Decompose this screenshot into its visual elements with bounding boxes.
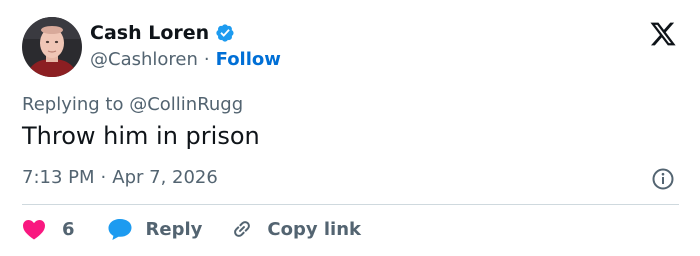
heart-icon bbox=[23, 220, 45, 240]
copy-link-label: Copy link bbox=[267, 218, 361, 240]
author-name[interactable]: Cash Loren bbox=[90, 22, 209, 44]
tweet-actions: 6 Reply Copy link bbox=[22, 214, 361, 244]
link-icon bbox=[234, 221, 251, 237]
author-handle-row: @Cashloren · Follow bbox=[90, 49, 281, 70]
like-count: 6 bbox=[62, 218, 75, 240]
avatar[interactable] bbox=[22, 17, 82, 77]
tweet-body: Throw him in prison bbox=[22, 122, 260, 150]
like-button[interactable]: 6 bbox=[22, 218, 75, 240]
reply-label: Reply bbox=[145, 218, 203, 240]
avatar-image bbox=[22, 17, 82, 77]
reply-button[interactable]: Reply bbox=[107, 217, 203, 241]
tweet-date: Apr 7, 2026 bbox=[112, 167, 218, 188]
timestamp-separator: · bbox=[100, 167, 107, 188]
replying-to-text: Replying to @CollinRugg bbox=[22, 94, 244, 115]
reply-bubble-icon bbox=[108, 219, 132, 240]
handle-separator: · bbox=[203, 49, 210, 70]
copy-link-button[interactable]: Copy link bbox=[230, 217, 361, 241]
tweet-time: 7:13 PM bbox=[22, 167, 95, 188]
follow-button[interactable]: Follow bbox=[216, 49, 281, 70]
info-icon[interactable] bbox=[651, 167, 675, 191]
divider bbox=[22, 204, 679, 205]
author-handle[interactable]: @Cashloren bbox=[90, 49, 198, 70]
x-logo-icon[interactable] bbox=[648, 20, 678, 48]
tweet-timestamp[interactable]: 7:13 PM · Apr 7, 2026 bbox=[22, 167, 218, 188]
author-name-row: Cash Loren bbox=[90, 22, 235, 44]
verified-badge-icon bbox=[216, 24, 234, 42]
